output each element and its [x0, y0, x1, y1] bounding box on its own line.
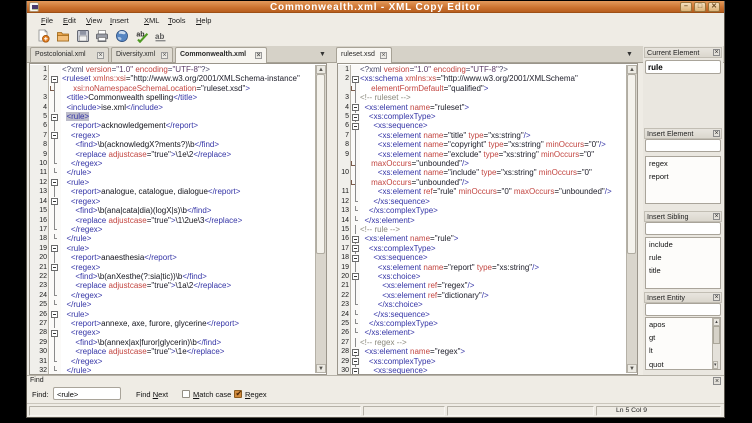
- svg-text:ab: ab: [155, 32, 164, 41]
